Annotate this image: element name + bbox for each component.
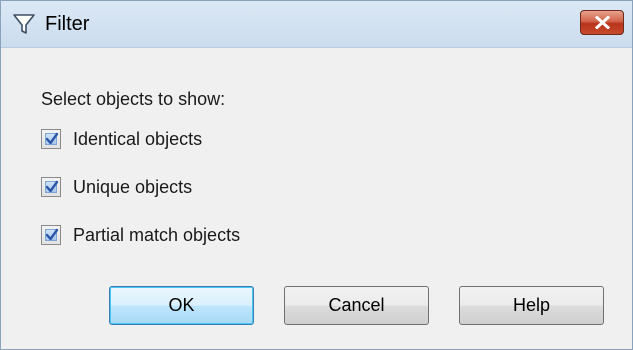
ok-button[interactable]: OK: [109, 286, 254, 325]
close-icon: [595, 16, 610, 29]
partial-match-objects-checkbox[interactable]: [41, 225, 61, 245]
title-bar[interactable]: Filter: [1, 1, 632, 48]
dialog-title: Filter: [45, 13, 90, 35]
unique-objects-checkbox[interactable]: [41, 177, 61, 197]
instruction-label: Select objects to show:: [41, 89, 226, 109]
partial-match-objects-label: Partial match objects: [73, 225, 241, 245]
cancel-button[interactable]: Cancel: [284, 286, 429, 325]
checkmark-icon: [45, 228, 59, 241]
help-button[interactable]: Help: [459, 286, 604, 325]
close-button[interactable]: [580, 10, 624, 35]
identical-objects-label: Identical objects: [73, 129, 203, 149]
filter-dialog: Filter Select objects to show: Identical…: [0, 0, 633, 350]
checkmark-icon: [45, 132, 59, 145]
checkmark-icon: [45, 180, 59, 193]
dialog-body: Select objects to show: Identical object…: [1, 48, 632, 349]
unique-objects-label: Unique objects: [73, 177, 193, 197]
filter-funnel-icon: [11, 11, 37, 37]
identical-objects-checkbox[interactable]: [41, 129, 61, 149]
